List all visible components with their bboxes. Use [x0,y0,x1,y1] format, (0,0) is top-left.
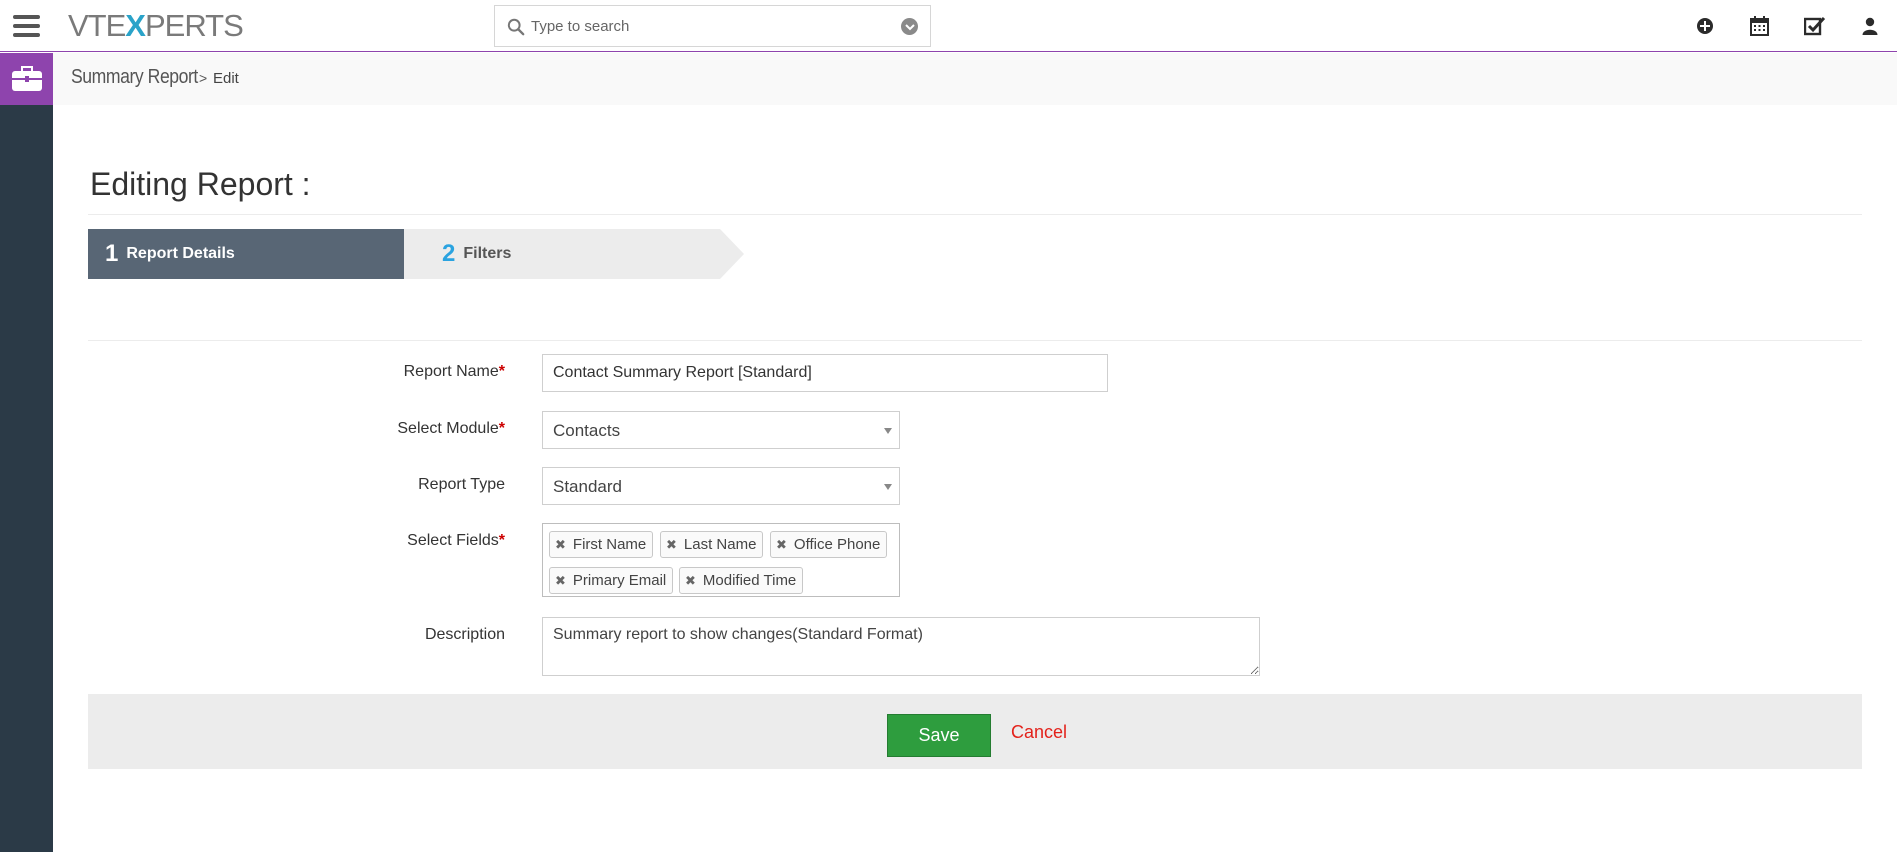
divider [88,214,1862,215]
report-type-label: Report Type [418,476,505,493]
briefcase-icon[interactable] [0,53,53,105]
breadcrumb-separator: > [199,70,208,86]
description-label: Description [424,626,505,643]
caret-down-icon [884,428,892,434]
caret-down-icon [884,484,892,490]
vtexperts-logo[interactable]: VTEXPERTS [68,9,244,43]
breadcrumb-current: Edit [213,70,239,87]
step-report-details[interactable]: 1 Report Details [88,229,428,279]
step-filters[interactable]: 2 Filters [404,229,744,279]
top-bar: VTEXPERTS [0,0,1897,52]
page-title: Editing Report : [90,166,311,202]
module-select-value: Contacts [553,421,621,440]
field-tag: ✖ Office Phone [770,531,888,558]
step-number: 2 [442,240,456,267]
report-type-select-value: Standard [553,477,622,496]
report-name-input[interactable] [542,354,1108,392]
divider [88,340,1862,341]
add-icon[interactable] [1677,0,1732,52]
search-icon [507,18,525,36]
field-tag: ✖ Modified Time [679,567,804,594]
hamburger-menu-icon[interactable] [0,0,53,52]
global-search [494,5,931,47]
remove-tag-icon[interactable]: ✖ [776,537,787,553]
remove-tag-icon[interactable]: ✖ [555,573,566,589]
search-options-chevron-icon[interactable] [901,18,918,35]
select-fields-label: Select Fields* [407,532,505,549]
step-label: Report Details [126,245,235,262]
cancel-link[interactable]: Cancel [1011,722,1067,743]
fields-multiselect[interactable]: ✖ First Name ✖ Last Name ✖ Office Phone ✖ Pr… [542,523,900,597]
step-number: 1 [105,240,119,267]
remove-tag-icon[interactable]: ✖ [555,537,566,553]
calendar-icon[interactable] [1732,0,1787,52]
field-tag: ✖ First Name [549,531,654,558]
search-input[interactable] [531,6,881,46]
top-toolbar [1677,0,1897,52]
field-tag: ✖ Last Name [660,531,764,558]
tasks-icon[interactable] [1787,0,1842,52]
field-tag: ✖ Primary Email [549,567,674,594]
description-textarea[interactable]: Summary report to show changes(Standard … [542,617,1260,676]
select-module-label: Select Module* [397,420,505,437]
remove-tag-icon[interactable]: ✖ [666,537,677,553]
step-label: Filters [463,245,512,262]
breadcrumb: Summary Report > Edit [53,53,1897,105]
report-name-label: Report Name* [403,363,505,380]
remove-tag-icon[interactable]: ✖ [685,573,696,589]
report-type-select[interactable]: Standard [542,467,900,505]
save-button[interactable]: Save [887,714,991,757]
breadcrumb-module-link[interactable]: Summary Report [71,66,198,89]
user-icon[interactable] [1842,0,1897,52]
module-select[interactable]: Contacts [542,411,900,449]
wizard-steps: 1 Report Details 2 Filters [88,229,748,279]
left-sidebar [0,53,53,852]
form-actions: Save Cancel [88,694,1862,769]
